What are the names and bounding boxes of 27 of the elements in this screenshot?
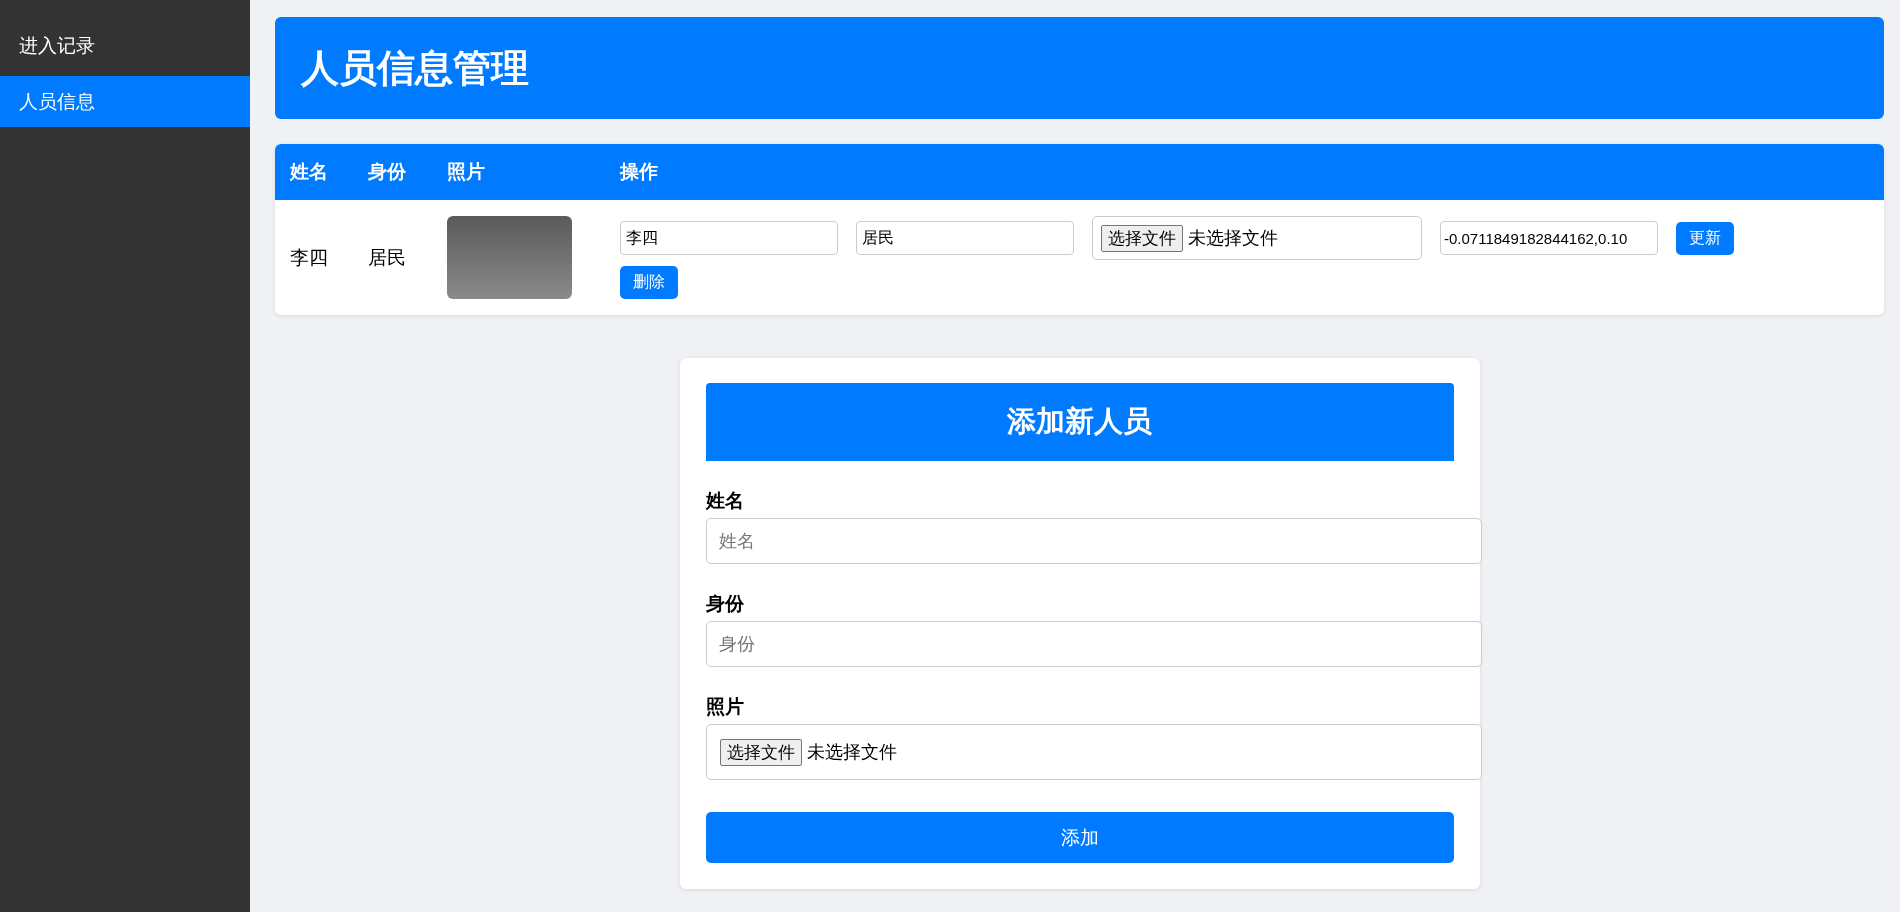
text-field[interactable]: 姓名 [705, 518, 1482, 564]
page-title: 人员信息管理 [301, 45, 529, 91]
column-header: 姓名 [290, 161, 328, 182]
delete-button[interactable]: 删除 [620, 266, 678, 299]
table-cell: 居民 [368, 246, 406, 268]
file-status: 未选择文件 [806, 741, 897, 764]
column-header: 照片 [447, 161, 485, 182]
field-label: 身份 [705, 592, 745, 616]
text-field[interactable]: 身份 [705, 621, 1482, 667]
sidebar-item[interactable]: 人员信息 [0, 76, 250, 127]
column-header: 身份 [368, 161, 406, 182]
table-cell: 李四 [290, 246, 328, 268]
sidebar-item[interactable]: 进入记录 [0, 25, 250, 76]
field-label: 姓名 [705, 489, 745, 513]
file-field[interactable]: 选择文件 未选择文件 [705, 724, 1482, 780]
file-field[interactable]: 选择文件 未选择文件 [1092, 216, 1422, 260]
update-button[interactable]: 更新 [1676, 221, 1734, 255]
column-header: 操作 [620, 161, 658, 182]
name-input[interactable]: 李四 [620, 221, 838, 255]
embedding-input[interactable]: -0.0711849182844162,0.10 [1440, 221, 1658, 255]
form-title: 添加新人员 [1007, 404, 1152, 439]
field-label: 照片 [705, 695, 745, 719]
choose-file-button[interactable]: 选择文件 [719, 738, 802, 766]
add-button[interactable]: 添加 [705, 812, 1454, 863]
identity-input[interactable]: 居民 [856, 221, 1074, 255]
file-status: 未选择文件 [1188, 227, 1278, 250]
choose-file-button[interactable]: 选择文件 [1101, 224, 1183, 252]
